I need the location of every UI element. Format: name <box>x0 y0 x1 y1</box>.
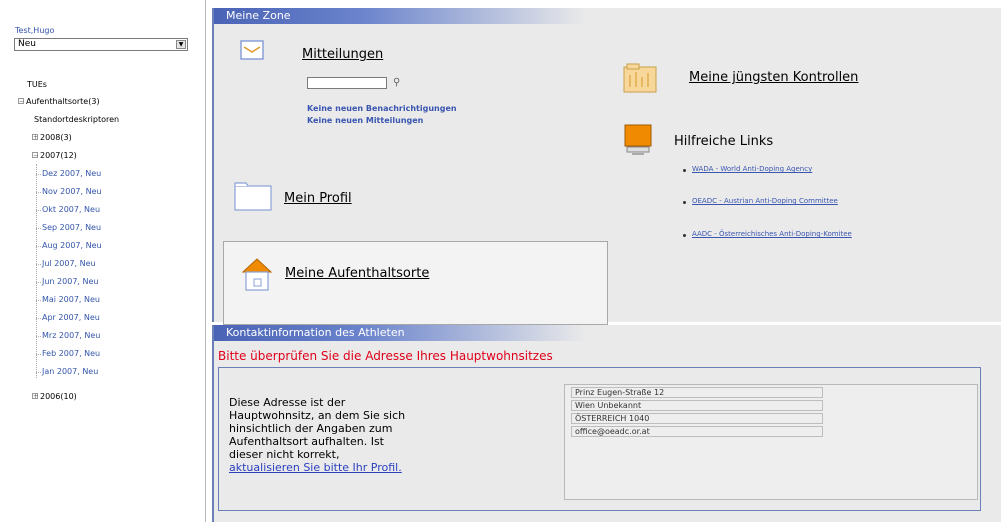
tree-connector <box>36 336 41 337</box>
tree-item-month[interactable]: Jan 2007, Neu <box>42 367 98 376</box>
tree-connector <box>36 174 41 175</box>
aufenthaltsorte-card[interactable]: Meine Aufenthaltsorte <box>223 241 608 325</box>
house-icon <box>241 258 273 291</box>
user-name-link[interactable]: Test,Hugo <box>15 26 54 35</box>
tree-item-2008[interactable]: +2008(3) <box>32 133 72 142</box>
tree-item-tues[interactable]: TUEs <box>27 80 47 89</box>
kontaktinformation-panel: Kontaktinformation des Athleten Bitte üb… <box>212 325 1001 522</box>
tree-item-2006[interactable]: +2006(10) <box>32 392 77 401</box>
envelope-icon <box>240 40 264 60</box>
hilfreiche-links-heading: Hilfreiche Links <box>674 134 774 149</box>
address-street: Prinz Eugen-Straße 12 <box>571 387 823 398</box>
search-icon[interactable]: ⚲ <box>393 77 400 88</box>
bullet <box>683 201 686 204</box>
collapse-icon[interactable]: − <box>32 152 38 159</box>
status-select-value: Neu <box>18 39 36 49</box>
tree-connector <box>36 318 41 319</box>
expand-icon[interactable]: + <box>32 393 38 400</box>
address-country: ÖSTERREICH 1040 <box>571 413 823 424</box>
folder-chart-icon <box>623 63 657 93</box>
tree-connector <box>36 192 41 193</box>
mein-profil-heading[interactable]: Mein Profil <box>284 191 352 206</box>
tree-item-month[interactable]: Feb 2007, Neu <box>42 349 100 358</box>
collapse-icon[interactable]: − <box>18 98 24 105</box>
search-input[interactable] <box>307 77 387 89</box>
tree-connector <box>36 372 41 373</box>
tree-item-month[interactable]: Sep 2007, Neu <box>42 223 101 232</box>
expand-icon[interactable]: + <box>32 134 38 141</box>
tree-item-2007[interactable]: −2007(12) <box>32 151 77 160</box>
bullet <box>683 169 686 172</box>
mitteilungen-heading[interactable]: Mitteilungen <box>302 47 383 62</box>
status-select[interactable]: Neu ▼ <box>14 38 188 51</box>
tree-connector <box>36 164 37 378</box>
aufenthaltsorte-heading[interactable]: Meine Aufenthaltsorte <box>285 266 429 281</box>
sidebar: Test,Hugo Neu ▼ TUEs − Aufenthaltsorte(3)… <box>0 0 206 522</box>
tree-item-month[interactable]: Dez 2007, Neu <box>42 169 101 178</box>
tree-item-month[interactable]: Mai 2007, Neu <box>42 295 100 304</box>
tree-item-month[interactable]: Nov 2007, Neu <box>42 187 102 196</box>
tree-item-month[interactable]: Apr 2007, Neu <box>42 313 100 322</box>
address-box: Diese Adresse ist der Hauptwohnsitz, an … <box>218 367 981 511</box>
main-content: Meine Zone Mitteilungen ⚲ Keine neuen Be… <box>208 0 1003 522</box>
tree-connector <box>36 300 41 301</box>
address-city: Wien Unbekannt <box>571 400 823 411</box>
tree-item-standortdeskriptoren[interactable]: Standortdeskriptoren <box>34 115 119 124</box>
folder-icon <box>234 182 272 211</box>
tree-connector <box>36 282 41 283</box>
update-profile-link[interactable]: aktualisieren Sie bitte Ihr Profil. <box>229 461 402 474</box>
section-title: Meine Zone <box>214 8 586 24</box>
tree-connector <box>36 246 41 247</box>
tree-item-month[interactable]: Jul 2007, Neu <box>42 259 96 268</box>
chevron-down-icon[interactable]: ▼ <box>176 40 186 49</box>
tree-connector <box>36 210 41 211</box>
tree-item-month[interactable]: Mrz 2007, Neu <box>42 331 100 340</box>
aadc-link[interactable]: AADC - Österreichisches Anti-Doping-Komi… <box>692 230 852 238</box>
meine-zone-panel: Meine Zone Mitteilungen ⚲ Keine neuen Be… <box>212 8 1001 325</box>
bullet <box>683 234 686 237</box>
address-description: Diese Adresse ist der Hauptwohnsitz, an … <box>229 396 406 474</box>
address-warning: Bitte überprüfen Sie die Adresse Ihres H… <box>218 349 553 363</box>
wada-link[interactable]: WADA - World Anti-Doping Agency <box>692 165 812 173</box>
tree-item-aufenthaltsorte[interactable]: − Aufenthaltsorte(3) <box>18 97 100 106</box>
tree-connector <box>36 354 41 355</box>
section-title: Kontaktinformation des Athleten <box>214 325 586 341</box>
tree-connector <box>36 228 41 229</box>
tree-item-month[interactable]: Okt 2007, Neu <box>42 205 100 214</box>
messages-link[interactable]: Keine neuen Mitteilungen <box>307 116 423 125</box>
tree-item-month[interactable]: Aug 2007, Neu <box>42 241 102 250</box>
tree-connector <box>36 264 41 265</box>
notifications-link[interactable]: Keine neuen Benachrichtigungen <box>307 104 457 113</box>
tree-item-month[interactable]: Jun 2007, Neu <box>42 277 98 286</box>
address-fields: Prinz Eugen-Straße 12 Wien Unbekannt ÖST… <box>564 384 978 500</box>
kontrollen-heading[interactable]: Meine jüngsten Kontrollen <box>689 70 858 85</box>
oeadc-link[interactable]: OEADC - Austrian Anti-Doping Committee <box>692 197 838 205</box>
address-email: office@oeadc.or.at <box>571 426 823 437</box>
monitor-icon <box>624 124 652 155</box>
